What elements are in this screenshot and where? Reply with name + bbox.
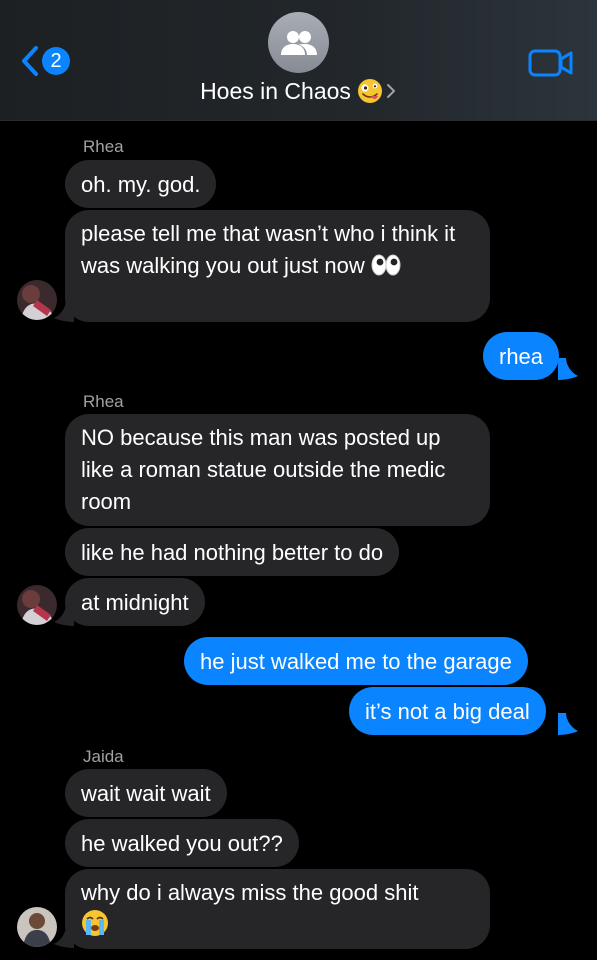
conversation-title: Hoes in Chaos	[200, 77, 351, 104]
conversation-title-row[interactable]: Hoes in Chaos	[0, 76, 597, 106]
bubble-tail	[558, 358, 578, 380]
chevron-right-icon	[386, 84, 395, 98]
incoming-message-bubble[interactable]: at midnight	[65, 578, 205, 626]
message-text: like he had nothing better to do	[81, 540, 384, 565]
video-camera-icon	[528, 49, 573, 77]
sender-name: Rhea	[83, 392, 124, 411]
incoming-message-bubble[interactable]: NO because this man was posted up like a…	[65, 414, 490, 526]
incoming-message-bubble[interactable]: like he had nothing better to do	[65, 528, 400, 576]
incoming-message-bubble[interactable]: why do i always miss the good shit	[65, 869, 490, 949]
outgoing-message-bubble[interactable]: rhea	[483, 332, 560, 380]
incoming-message-bubble[interactable]: please tell me that wasn’t who i think i…	[65, 210, 490, 322]
incoming-message-bubble[interactable]: wait wait wait	[65, 769, 227, 817]
message-text: at midnight	[81, 590, 189, 615]
unread-count-badge: 2	[42, 47, 70, 75]
avatar-rhea[interactable]	[17, 585, 57, 625]
incoming-message-bubble[interactable]: he walked you out??	[65, 819, 299, 867]
avatar-image	[17, 585, 57, 625]
bubble-tail	[54, 604, 74, 626]
avatar-image	[17, 280, 57, 320]
eyes-emoji-icon	[371, 254, 401, 276]
avatar-rhea[interactable]	[17, 280, 57, 320]
outgoing-message-bubble[interactable]: he just walked me to the garage	[184, 637, 528, 685]
incoming-message-bubble[interactable]: oh. my. god.	[65, 160, 217, 208]
people-icon	[280, 30, 317, 55]
bubble-tail	[54, 926, 74, 948]
message-text: he walked you out??	[81, 831, 283, 856]
message-text: oh. my. god.	[81, 172, 201, 197]
sender-name: Rhea	[83, 137, 124, 156]
zany-face-emoji-icon	[357, 79, 382, 103]
facetime-video-button[interactable]	[528, 48, 574, 83]
loudly-crying-face-emoji-icon	[82, 910, 108, 936]
bubble-tail	[54, 300, 74, 322]
message-text: rhea	[499, 344, 544, 369]
back-button[interactable]: 2	[20, 44, 70, 78]
message-text: wait wait wait	[81, 781, 211, 806]
outgoing-message-bubble[interactable]: it’s not a big deal	[349, 687, 546, 735]
message-text: NO because this man was posted up like a…	[81, 425, 446, 514]
message-text: he just walked me to the garage	[200, 649, 512, 674]
group-avatar[interactable]	[268, 12, 329, 73]
conversation-header: 2 Hoes in Chaos	[0, 0, 597, 121]
bubble-tail	[558, 713, 578, 735]
message-text: it’s not a big deal	[365, 699, 530, 724]
avatar-image	[17, 907, 57, 947]
chevron-left-icon	[22, 46, 38, 76]
message-text: why do i always miss the good shit	[81, 880, 419, 905]
sender-name: Jaida	[83, 747, 124, 766]
avatar-jaida[interactable]	[17, 907, 57, 947]
